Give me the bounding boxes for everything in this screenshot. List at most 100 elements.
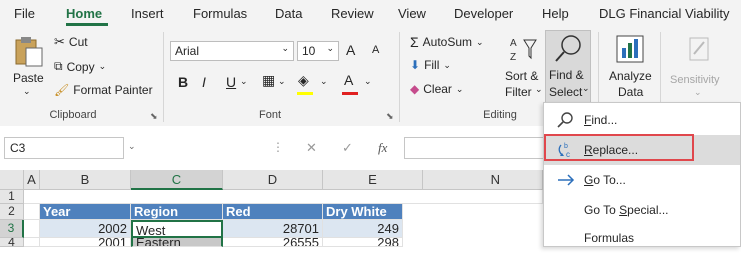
formula-input[interactable] <box>404 137 544 159</box>
row-header-1[interactable]: 1 <box>0 190 24 204</box>
editing-group-label: Editing <box>483 109 517 121</box>
tab-review[interactable]: Review <box>331 6 374 21</box>
cut-button[interactable]: ✂ Cut <box>54 34 88 50</box>
fill-label: Fill <box>424 58 440 72</box>
sort-filter-label-2: Filter <box>505 85 532 99</box>
column-header-b[interactable]: B <box>40 170 131 190</box>
name-box-value: C3 <box>10 141 26 155</box>
cell-b3[interactable]: 2002 <box>40 220 131 238</box>
analyze-data-button[interactable]: Analyze Data <box>605 32 655 104</box>
row-header-4[interactable]: 4 <box>0 238 24 247</box>
chevron-down-icon: ⌄ <box>582 83 590 93</box>
name-box[interactable]: C3 <box>4 137 124 159</box>
underline-button[interactable]: U <box>226 74 236 90</box>
highlight-box <box>544 134 694 161</box>
menu-item-formulas[interactable]: Formulas <box>544 223 740 253</box>
copy-button[interactable]: ⧉ Copy ⌄ <box>54 59 106 74</box>
copy-label: Copy <box>66 59 95 74</box>
column-header-n[interactable]: N <box>423 170 543 190</box>
chevron-down-icon[interactable]: ⌄ <box>278 76 286 87</box>
cell-b4[interactable]: 2001 <box>40 238 131 247</box>
cell-e4[interactable]: 298 <box>323 238 403 247</box>
borders-icon[interactable]: ▦ <box>262 72 275 89</box>
cell-a4[interactable] <box>24 238 40 247</box>
tab-developer[interactable]: Developer <box>454 6 513 21</box>
cell-e3[interactable]: 249 <box>323 220 403 238</box>
chevron-down-icon: ⌄ <box>98 61 107 71</box>
cell-e2[interactable]: Dry White <box>323 204 403 220</box>
tab-file[interactable]: File <box>14 6 35 21</box>
menu-item-find-label: Find... <box>584 113 618 127</box>
menu-item-go-to-label: Go To... <box>584 173 626 187</box>
chevron-down-icon: ⌄ <box>694 87 702 97</box>
chevron-down-icon[interactable]: ⌄ <box>128 141 136 152</box>
active-tab-indicator <box>66 23 108 26</box>
analyze-data-label-1: Analyze <box>609 69 652 83</box>
column-header-c[interactable]: C <box>131 170 223 190</box>
fx-icon[interactable]: fx <box>378 140 387 156</box>
row-header-2[interactable]: 2 <box>0 204 24 220</box>
cell-c3-active[interactable]: West <box>131 220 223 238</box>
cancel-icon[interactable]: ✕ <box>306 140 317 156</box>
paste-icon <box>15 37 43 67</box>
menu-item-go-to-special[interactable]: Go To Special... <box>544 195 740 225</box>
sort-filter-button[interactable]: A Z Sort & Filter ⌄ <box>502 32 543 104</box>
tab-home[interactable]: Home <box>66 6 102 21</box>
fill-color-icon[interactable]: ◈ <box>298 72 309 89</box>
tab-view[interactable]: View <box>398 6 426 21</box>
cell-b2[interactable]: Year <box>40 204 131 220</box>
eraser-icon: ◆ <box>410 82 420 96</box>
cell-a2[interactable] <box>24 204 40 220</box>
cell-a3[interactable] <box>24 220 40 238</box>
tab-dlg-financial-viability[interactable]: DLG Financial Viability <box>599 6 730 21</box>
analyze-data-label-2: Data <box>618 85 644 99</box>
column-header-e[interactable]: E <box>323 170 423 190</box>
cell-d3[interactable]: 28701 <box>223 220 323 238</box>
menu-item-go-to[interactable]: Go To... <box>544 165 740 195</box>
grow-font-button[interactable]: A <box>346 42 355 58</box>
menu-item-find[interactable]: Find... <box>544 105 740 135</box>
italic-button[interactable]: I <box>202 74 206 90</box>
dialog-launcher-icon[interactable]: ⬊ <box>150 111 158 122</box>
cell-d4[interactable]: 26555 <box>223 238 323 247</box>
bold-button[interactable]: B <box>178 74 188 90</box>
row-1-cells[interactable] <box>24 190 543 204</box>
magnifier-icon <box>555 35 581 62</box>
cell-d2[interactable]: Red <box>223 204 323 220</box>
fill-down-icon: ⬇ <box>410 58 421 72</box>
dialog-launcher-icon[interactable]: ⬊ <box>386 111 394 122</box>
tab-formulas[interactable]: Formulas <box>193 6 247 21</box>
autosum-button[interactable]: Σ AutoSum ⌄ <box>410 34 484 50</box>
chevron-down-icon[interactable]: ⌄ <box>364 76 372 87</box>
clear-button[interactable]: ◆ Clear ⌄ <box>410 82 463 96</box>
menu-item-go-to-special-label: Go To Special... <box>584 203 669 217</box>
copy-icon: ⧉ <box>54 59 63 73</box>
shrink-font-button[interactable]: A <box>372 44 379 56</box>
cell-c2[interactable]: Region <box>131 204 223 220</box>
chevron-down-icon[interactable]: ⌄ <box>320 76 328 87</box>
column-header-d[interactable]: D <box>223 170 323 190</box>
cell-c4[interactable]: Eastern <box>131 238 223 247</box>
sigma-icon: Σ <box>410 34 419 50</box>
find-select-menu: Find... b c Replace... Go To... Go To Sp… <box>543 102 741 247</box>
tab-help[interactable]: Help <box>542 6 569 21</box>
font-color-button[interactable]: A <box>344 72 353 88</box>
paste-button[interactable]: Paste ⌄ <box>8 34 48 104</box>
find-select-button[interactable]: Find & Select ⌄ <box>545 30 591 103</box>
column-header-a[interactable]: A <box>24 170 40 190</box>
sort-filter-icon: A Z <box>510 38 537 63</box>
tab-insert[interactable]: Insert <box>131 6 164 21</box>
sensitivity-button[interactable]: Sensitivity ⌄ <box>666 32 732 104</box>
tab-data[interactable]: Data <box>275 6 302 21</box>
font-size-combo[interactable]: 10 ⌄ <box>297 41 339 61</box>
format-painter-button[interactable]: 🖌 Format Painter <box>54 83 153 97</box>
select-all-corner[interactable] <box>0 170 24 190</box>
chevron-down-icon: ⌄ <box>443 59 451 70</box>
chevron-down-icon[interactable]: ⌄ <box>240 76 248 87</box>
enter-icon[interactable]: ✓ <box>342 140 353 156</box>
row-header-3[interactable]: 3 <box>0 220 24 238</box>
sort-filter-label-1: Sort & <box>505 69 539 83</box>
analyze-data-icon <box>616 35 644 63</box>
fill-button[interactable]: ⬇ Fill ⌄ <box>410 58 451 72</box>
font-name-combo[interactable]: Arial ⌄ <box>170 41 294 61</box>
